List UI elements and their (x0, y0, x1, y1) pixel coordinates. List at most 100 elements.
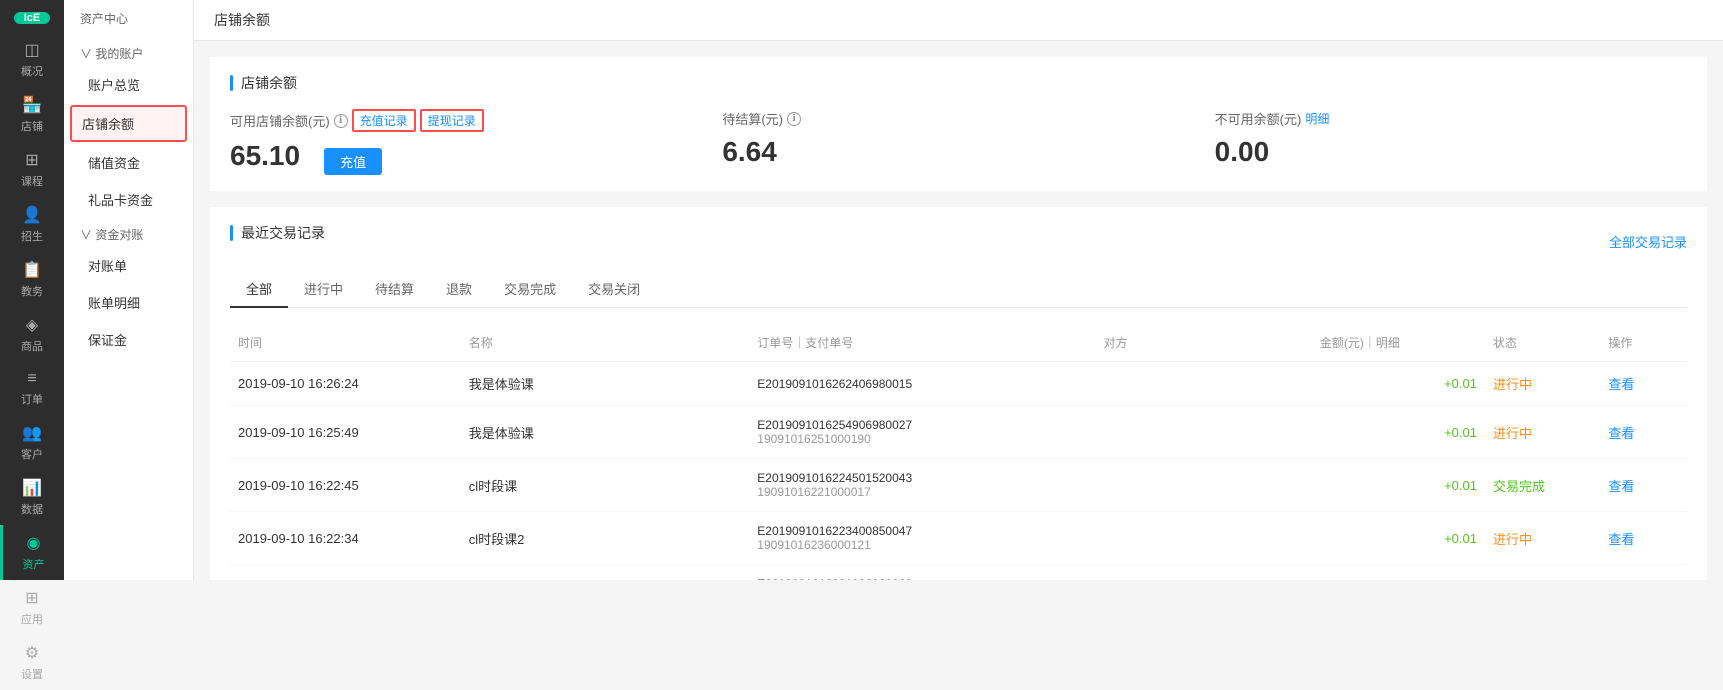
row-party (1096, 362, 1312, 406)
pending-info-icon: ℹ (787, 112, 801, 126)
asset-center-header[interactable]: 资产中心 (64, 0, 193, 37)
sidebar-item-recruit[interactable]: 👤 招生 (0, 197, 64, 252)
overview-icon: ◫ (24, 40, 39, 60)
details-link[interactable]: 明细 (1305, 110, 1329, 127)
row-amount: +0.01 (1312, 459, 1485, 512)
col-order-header: 订单号｜支付单号 (749, 324, 1095, 362)
unavailable-balance-item: 不可用余额(元) 明细 0.00 (1195, 109, 1687, 168)
app-icon: ⊞ (25, 588, 38, 608)
sidebar-item-customer[interactable]: 👥 客户 (0, 415, 64, 470)
asset-reconcile-section: ∨ 资金对账 (64, 218, 193, 247)
gift-card-item[interactable]: 礼品卡资金 (64, 181, 193, 218)
sidebar-item-data[interactable]: 📊 数据 (0, 470, 64, 525)
table-row: 2019-09-10 16:22:34 cl时段课2 E201909101622… (230, 512, 1687, 565)
row-action-link[interactable]: 查看 (1600, 459, 1687, 512)
sidebar-item-course[interactable]: ⊞ 课程 (0, 142, 64, 197)
sidebar-item-order[interactable]: ≡ 订单 (0, 362, 64, 415)
row-party (1096, 512, 1312, 565)
tab-pending[interactable]: 待结算 (359, 271, 430, 308)
sidebar-item-overview[interactable]: ◫ 概况 (0, 32, 64, 87)
tab-all[interactable]: 全部 (230, 271, 288, 308)
row-action-link[interactable]: 查看 (1600, 512, 1687, 565)
balance-main: 65.10 充值 (230, 140, 702, 175)
row-order: E2019091016262406980015 (749, 362, 1095, 406)
sidebar-item-label: 教务 (21, 283, 43, 299)
sidebar-item-label: 资产 (23, 556, 45, 572)
row-status: 进行中 (1485, 406, 1600, 459)
withdraw-record-link[interactable]: 提现记录 (420, 109, 484, 132)
unavailable-label-text: 不可用余额(元) (1215, 109, 1302, 128)
course-icon: ⊞ (25, 150, 38, 170)
stored-value-item[interactable]: 储值资金 (64, 144, 193, 181)
row-amount: +0.01 (1312, 512, 1485, 565)
row-name: cl时段课 (461, 459, 750, 512)
sidebar-item-app[interactable]: ⊞ 应用 (21, 580, 43, 635)
sidebar-item-label: 订单 (21, 391, 43, 407)
recharge-button[interactable]: 充值 (324, 148, 382, 175)
row-status: 进行中 (1485, 362, 1600, 406)
account-detail-item[interactable]: 账单明细 (64, 284, 193, 321)
sidebar-item-asset[interactable]: ◉ 资产 (0, 525, 64, 580)
page-title: 店铺余额 (194, 0, 1723, 41)
tab-refund[interactable]: 退款 (430, 271, 488, 308)
pending-label-text: 待结算(元) (722, 109, 783, 128)
pending-balance-item: 待结算(元) ℹ 6.64 (702, 109, 1194, 168)
sidebar-item-label: 应用 (21, 611, 43, 627)
recharge-record-link[interactable]: 充值记录 (352, 109, 416, 132)
sidebar-item-store[interactable]: 🏪 店铺 (0, 87, 64, 142)
store-icon: 🏪 (22, 95, 42, 115)
sidebar-item-label: 客户 (21, 446, 43, 462)
view-all-link[interactable]: 全部交易记录 (1609, 232, 1687, 251)
sidebar-item-label: 店铺 (21, 118, 43, 134)
row-amount: +0.01 (1312, 406, 1485, 459)
tab-complete[interactable]: 交易完成 (488, 271, 572, 308)
tab-closed[interactable]: 交易关闭 (572, 271, 656, 308)
sidebar-item-label: 概况 (21, 63, 43, 79)
row-order: E2019091016223400850047 1909101623600012… (749, 512, 1095, 565)
col-time-header: 时间 (230, 324, 461, 362)
deposit-item[interactable]: 保证金 (64, 321, 193, 358)
sidebar-item-label: 设置 (21, 666, 43, 682)
row-time: 2019-09-10 16:22:45 (230, 459, 461, 512)
sidebar-item-label: 数据 (21, 501, 43, 517)
table-row: 2019-09-10 16:26:24 我是体验课 E2019091016262… (230, 362, 1687, 406)
tab-inprogress[interactable]: 进行中 (288, 271, 359, 308)
row-party (1096, 459, 1312, 512)
content-area: 店铺余额 可用店铺余额(元) ℹ 充值记录 提现记录 65.10 充值 (194, 41, 1723, 580)
row-action-link[interactable]: 查看 (1600, 406, 1687, 459)
row-name: 我是体验课 (461, 362, 750, 406)
row-time: 2019-09-10 16:25:49 (230, 406, 461, 459)
sidebar: IcE ◫ 概况 🏪 店铺 ⊞ 课程 👤 招生 📋 教务 ◈ 商品 ≡ 订单 👥… (0, 0, 64, 580)
info-icon: ℹ (334, 114, 348, 128)
row-action-link[interactable]: 查看 (1600, 362, 1687, 406)
sidebar-item-settings[interactable]: ⚙ 设置 (21, 635, 43, 690)
teacher-icon: 📋 (22, 260, 42, 280)
table-header: 时间 名称 订单号｜支付单号 对方 金额(元)｜明细 状态 操作 (230, 324, 1687, 362)
available-amount: 65.10 (230, 140, 300, 172)
sidebar-item-label: 课程 (21, 173, 43, 189)
transaction-card: 最近交易记录 全部交易记录 全部 进行中 待结算 退款 交易完成 交易关闭 时间… (210, 207, 1707, 580)
row-action-link[interactable]: 查看 (1600, 565, 1687, 581)
table-row: 2019-09-10 16:22:45 cl时段课 E2019091016224… (230, 459, 1687, 512)
balance-section-title: 店铺余额 (230, 73, 1687, 93)
row-party (1096, 565, 1312, 581)
order-icon: ≡ (27, 370, 36, 388)
pending-amount: 6.64 (722, 136, 1194, 168)
row-party (1096, 406, 1312, 459)
transaction-section-title: 最近交易记录 (230, 223, 325, 243)
balance-card: 店铺余额 可用店铺余额(元) ℹ 充值记录 提现记录 65.10 充值 (210, 57, 1707, 191)
col-party-header: 对方 (1096, 324, 1312, 362)
transaction-table: 时间 名称 订单号｜支付单号 对方 金额(元)｜明细 状态 操作 2019-09… (230, 324, 1687, 580)
reconcile-statement-item[interactable]: 对账单 (64, 247, 193, 284)
row-order: E2019091016221906980063 1909101622100014… (749, 565, 1095, 581)
row-amount: +0.01 (1312, 362, 1485, 406)
recruit-icon: 👤 (22, 205, 42, 225)
sidebar-bottom: ⊞ 应用 ⚙ 设置 (21, 580, 43, 690)
sidebar-logo: IcE (14, 12, 50, 24)
account-overview-item[interactable]: 账户总览 (64, 66, 193, 103)
store-balance-item[interactable]: 店铺余额 (70, 105, 187, 142)
sidebar-item-goods[interactable]: ◈ 商品 (0, 307, 64, 362)
customer-icon: 👥 (22, 423, 42, 443)
sidebar-item-teacher[interactable]: 📋 教务 (0, 252, 64, 307)
data-icon: 📊 (22, 478, 42, 498)
